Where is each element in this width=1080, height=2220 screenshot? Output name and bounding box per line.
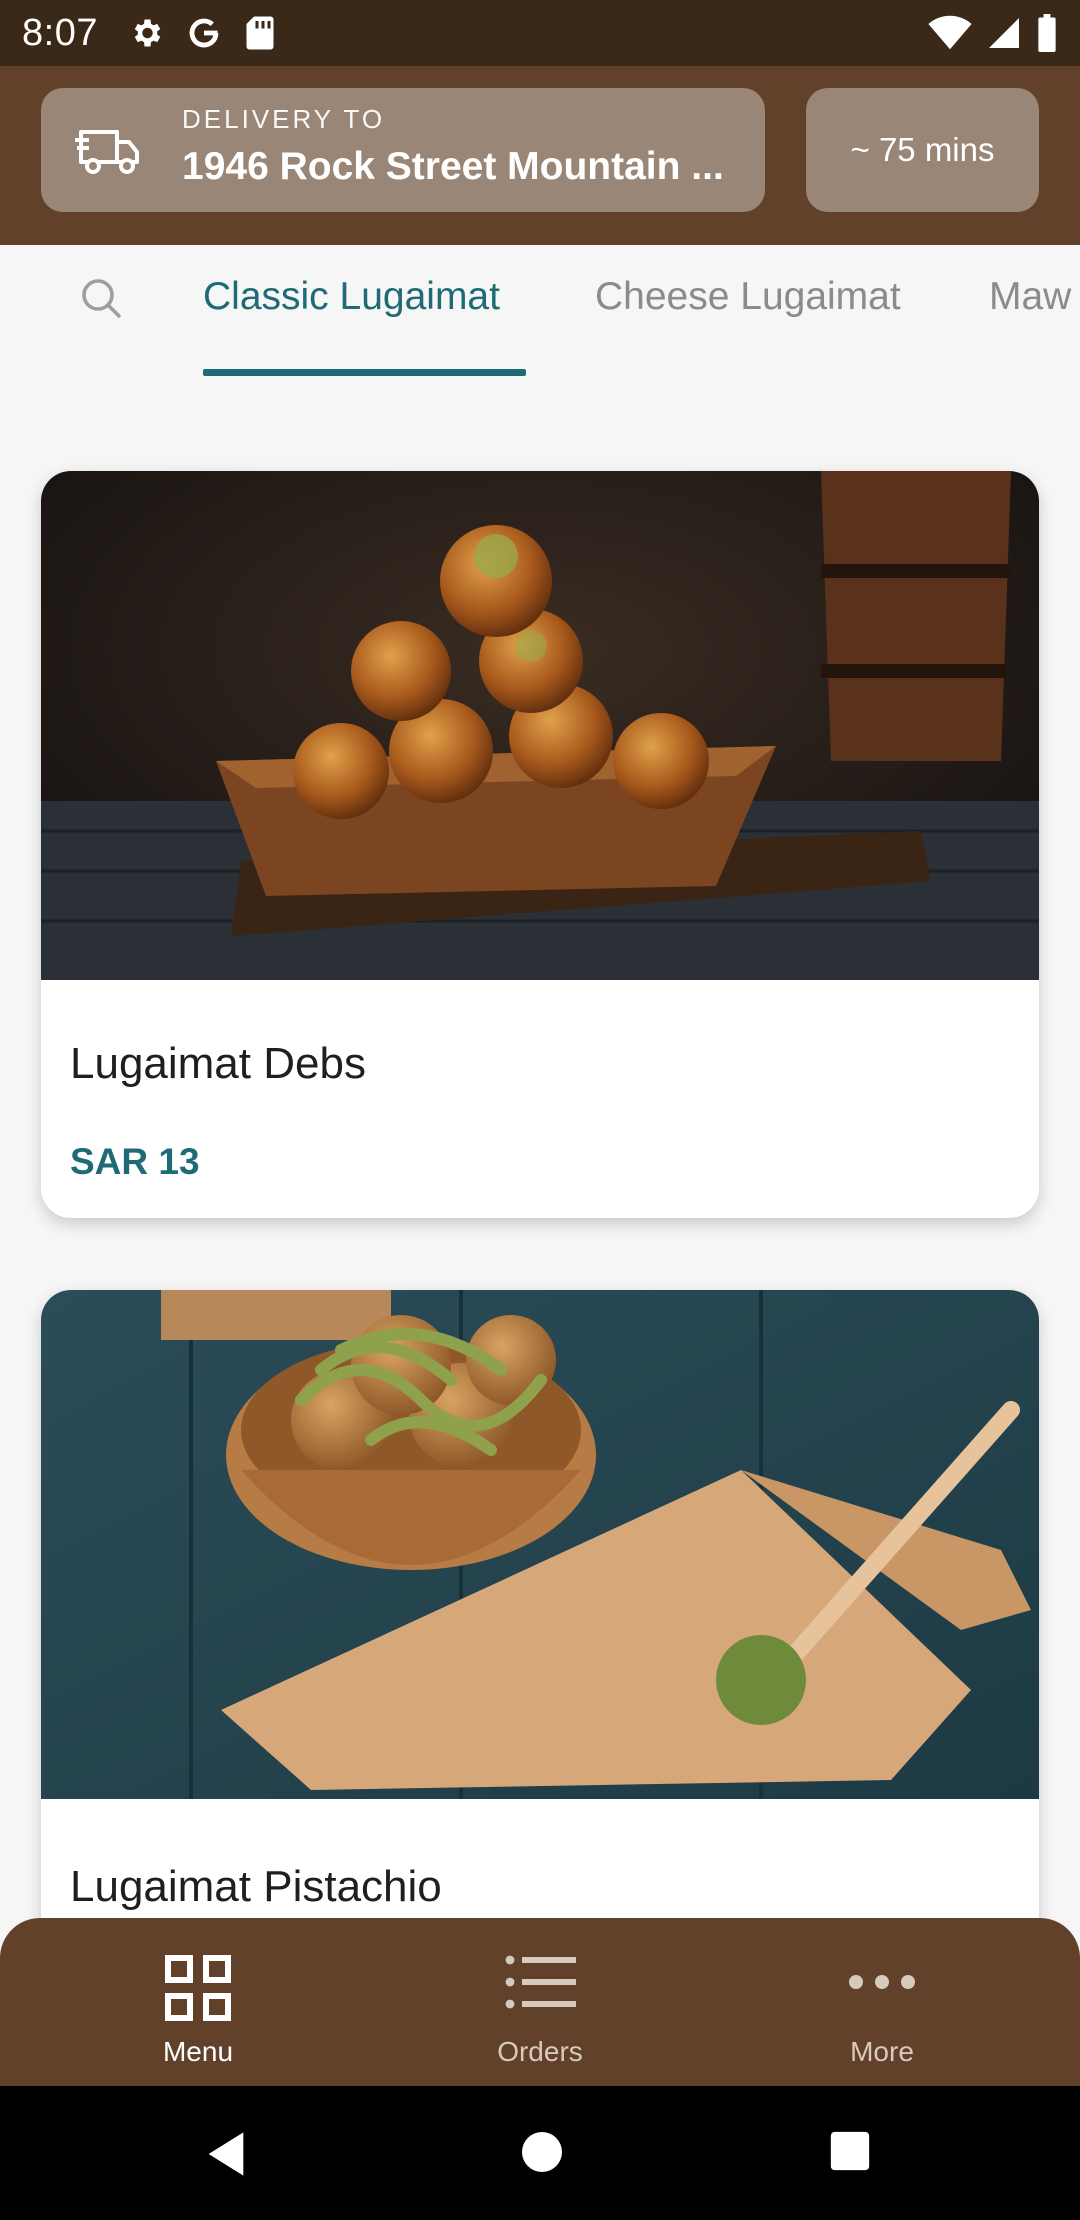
delivery-text: DELIVERY TO 1946 Rock Street Mountain ..…	[182, 104, 735, 189]
recents-icon[interactable]	[827, 2128, 873, 2179]
nav-orders-label: Orders	[497, 2036, 583, 2067]
delivery-label: DELIVERY TO	[182, 104, 386, 134]
tab-classic-lugaimat[interactable]: Classic Lugaimat	[203, 275, 500, 319]
back-icon[interactable]	[200, 2128, 252, 2185]
nav-orders[interactable]: Orders	[410, 1918, 670, 2086]
active-tab-indicator	[203, 369, 526, 376]
product-card[interactable]: Lugaimat Pistachio	[41, 1290, 1039, 1990]
nav-more-label: More	[850, 2036, 914, 2067]
delivery-address-button[interactable]: DELIVERY TO 1946 Rock Street Mountain ..…	[41, 88, 765, 212]
home-icon[interactable]	[518, 2128, 566, 2181]
list-icon	[504, 1952, 576, 2017]
delivery-address: 1946 Rock Street Mountain ...	[182, 145, 724, 188]
app-header: DELIVERY TO 1946 Rock Street Mountain ..…	[0, 66, 1080, 245]
nav-menu-label: Menu	[162, 2036, 234, 2067]
eta-badge[interactable]: ~ 75 mins	[806, 88, 1039, 212]
screen: 8:07 DELIVERY TO 1946 Rock Street Mounta…	[0, 0, 1080, 2220]
category-tabs: Classic Lugaimat Cheese Lugaimat Maw	[0, 245, 1080, 380]
nav-more[interactable]: More	[752, 1918, 1012, 2086]
search-icon[interactable]	[78, 275, 126, 328]
status-bar: 8:07	[0, 0, 1080, 66]
product-card[interactable]: Lugaimat Debs SAR 13	[41, 471, 1039, 1218]
sd-card-icon	[244, 15, 276, 51]
tab-maw[interactable]: Maw	[989, 275, 1071, 319]
lugaimat-debs-photo	[41, 471, 1039, 980]
tab-cheese-lugaimat[interactable]: Cheese Lugaimat	[595, 275, 901, 319]
status-right-icons	[928, 14, 1058, 52]
nav-menu[interactable]: Menu	[68, 1918, 328, 2086]
truck-icon	[75, 122, 143, 183]
more-dots-icon	[846, 1970, 918, 1999]
signal-icon	[989, 18, 1019, 48]
battery-icon	[1038, 14, 1056, 52]
settings-gear-icon	[128, 15, 164, 51]
grid-icon	[162, 1952, 234, 2029]
product-name: Lugaimat Debs	[70, 1039, 366, 1088]
wifi-icon	[928, 15, 972, 50]
system-navigation-bar	[0, 2086, 1080, 2220]
bottom-navigation: Menu Orders More	[0, 1918, 1080, 2086]
google-g-icon	[186, 15, 222, 51]
product-price: SAR 13	[70, 1141, 200, 1182]
lugaimat-pistachio-photo	[41, 1290, 1039, 1799]
product-name: Lugaimat Pistachio	[70, 1862, 442, 1911]
status-time: 8:07	[22, 11, 98, 54]
